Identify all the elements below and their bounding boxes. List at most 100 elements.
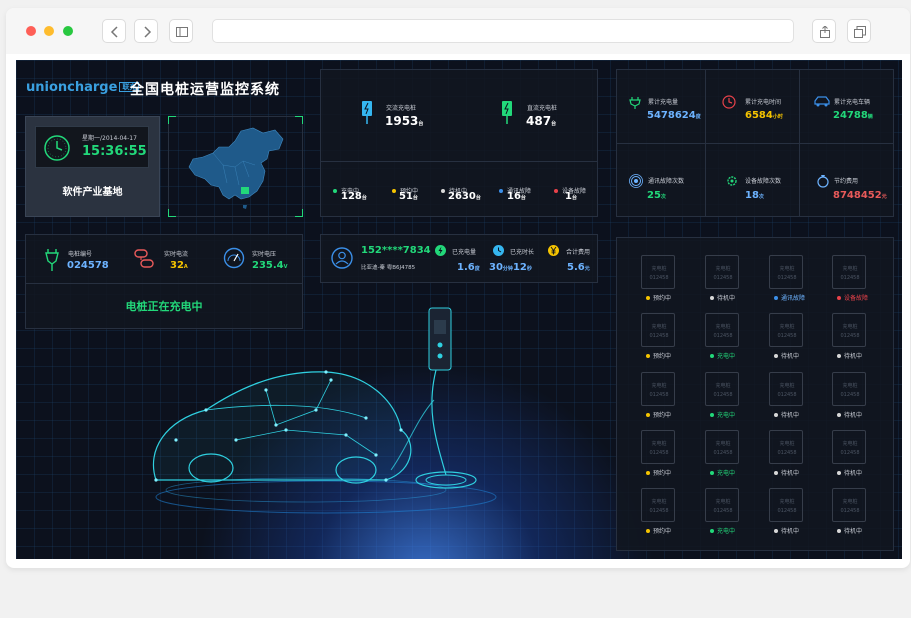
status-dot: [646, 413, 650, 417]
duration-seconds: 12: [512, 262, 527, 273]
cost-value: 5.6: [567, 262, 585, 273]
pile-tile-id: 012458: [649, 450, 669, 456]
pile-tile-label: 充电桩: [779, 499, 795, 505]
pile-tile[interactable]: 充电桩 012458: [832, 430, 866, 464]
status-dot: [837, 413, 841, 417]
pile-tile[interactable]: 充电桩 012458: [769, 313, 803, 347]
status-dot: [646, 354, 650, 358]
pile-tile[interactable]: 充电桩 012458: [769, 255, 803, 289]
forward-button[interactable]: [134, 19, 158, 43]
pile-tile-label: 充电桩: [651, 499, 667, 505]
stopwatch-icon: [493, 245, 504, 256]
pile-tile[interactable]: 充电桩 012458: [832, 372, 866, 406]
pile-tile-status: 待机中: [837, 351, 862, 360]
car-icon: [814, 96, 830, 107]
pile-tile[interactable]: 充电桩 012458: [641, 255, 675, 289]
status-label: 充电中: [717, 412, 736, 419]
pile-tile-status: 预约中: [646, 410, 671, 419]
pile-tile[interactable]: 充电桩 012458: [832, 488, 866, 522]
gear-icon: [727, 176, 737, 186]
charged-reading: 1.6度: [457, 262, 480, 273]
status-label: 待机中: [844, 470, 863, 477]
chevron-left-icon: [110, 26, 118, 38]
totals-panel: 累计充电量 5478624度 累计充电时间 6584小时 累计充电车辆 2478…: [616, 69, 894, 217]
pile-tile-status: 待机中: [837, 468, 862, 477]
pile-tile[interactable]: 充电桩 012458: [705, 488, 739, 522]
ev-charging-illustration: [152, 307, 497, 514]
current-value: 32: [170, 260, 184, 271]
charged-unit: 度: [474, 266, 480, 272]
close-window-button[interactable]: [26, 26, 36, 36]
duration-minutes: 30: [489, 262, 503, 273]
pile-tile[interactable]: 充电桩 012458: [641, 430, 675, 464]
pile-tile[interactable]: 充电桩 012458: [705, 430, 739, 464]
sidebar-toggle-button[interactable]: [169, 19, 193, 43]
status-value: 1: [565, 191, 572, 202]
pile-tile[interactable]: 充电桩 012458: [769, 488, 803, 522]
total-time-unit: 小时: [772, 114, 783, 120]
clock-time: 15:36:55: [82, 144, 147, 159]
status-label: 待机中: [781, 412, 800, 419]
pile-tile-label: 充电桩: [715, 499, 731, 505]
status-value: 51: [399, 191, 413, 202]
minimize-window-button[interactable]: [44, 26, 54, 36]
status-label: 待机中: [781, 528, 800, 535]
pile-tile-label: 充电桩: [715, 383, 731, 389]
corner-mark: [295, 209, 303, 217]
comm-fault-total: 25次: [647, 190, 666, 201]
maximize-window-button[interactable]: [63, 26, 73, 36]
device-fault-total-unit: 次: [758, 194, 764, 200]
plug-icon: [629, 97, 641, 109]
status-dot: [837, 354, 841, 358]
status-dot: [710, 296, 714, 300]
address-bar[interactable]: [212, 19, 794, 43]
total-time: 6584小时: [745, 110, 783, 121]
total-vehicles-unit: 辆: [867, 114, 873, 120]
yen-icon: [548, 245, 559, 256]
total-time-value: 6584: [745, 110, 773, 121]
pile-tile-status: 预约中: [646, 293, 671, 302]
pile-tile-label: 充电桩: [651, 441, 667, 447]
total-vehicles-value: 24788: [833, 110, 868, 121]
current-reading: 32A: [170, 260, 188, 271]
pile-tile[interactable]: 充电桩 012458: [641, 488, 675, 522]
pile-tile-label: 充电桩: [651, 266, 667, 272]
status-label: 通讯故障: [781, 295, 806, 302]
share-button[interactable]: [812, 19, 836, 43]
pile-tile[interactable]: 充电桩 012458: [769, 372, 803, 406]
comm-fault-total-value: 25: [647, 190, 661, 201]
charger-icon: [45, 249, 59, 271]
pile-tile[interactable]: 充电桩 012458: [769, 430, 803, 464]
pile-tile-label: 充电桩: [842, 266, 858, 272]
money-icon: [817, 175, 829, 188]
pile-tile-status: 待机中: [710, 293, 735, 302]
pile-tile[interactable]: 充电桩 012458: [705, 313, 739, 347]
total-time-label: 累计充电时间: [745, 99, 782, 106]
voltage-gauge-icon: [223, 247, 245, 269]
ac-plug-icon: [362, 101, 372, 124]
pile-tile[interactable]: 充电桩 012458: [641, 372, 675, 406]
status-label: 充电中: [717, 470, 736, 477]
pile-tile[interactable]: 充电桩 012458: [832, 313, 866, 347]
timer-icon: [722, 95, 736, 109]
total-charge-value: 5478624: [647, 110, 696, 121]
pile-tile-status: 预约中: [646, 468, 671, 477]
tabs-button[interactable]: [847, 19, 871, 43]
pile-tile-label: 充电桩: [715, 441, 731, 447]
pile-tile-label: 充电桩: [715, 266, 731, 272]
pile-tile-status: 待机中: [774, 351, 799, 360]
corner-mark: [295, 116, 303, 124]
map-panel[interactable]: [168, 116, 303, 217]
pile-summary-panel: 交流充电桩 1953台 直流充电桩 487台 充电中 128台 预约中 51台 …: [320, 69, 598, 217]
cost-reading: 5.6元: [567, 262, 590, 273]
divider: [26, 283, 302, 284]
pile-tile[interactable]: 充电桩 012458: [641, 313, 675, 347]
status-label: 预约中: [653, 470, 672, 477]
back-button[interactable]: [102, 19, 126, 43]
pile-tile[interactable]: 充电桩 012458: [705, 255, 739, 289]
pile-tile-id: 012458: [649, 508, 669, 514]
pile-tile[interactable]: 充电桩 012458: [832, 255, 866, 289]
pile-tile[interactable]: 充电桩 012458: [705, 372, 739, 406]
status-dot: [774, 471, 778, 475]
duration-seconds-unit: 秒: [526, 266, 532, 272]
